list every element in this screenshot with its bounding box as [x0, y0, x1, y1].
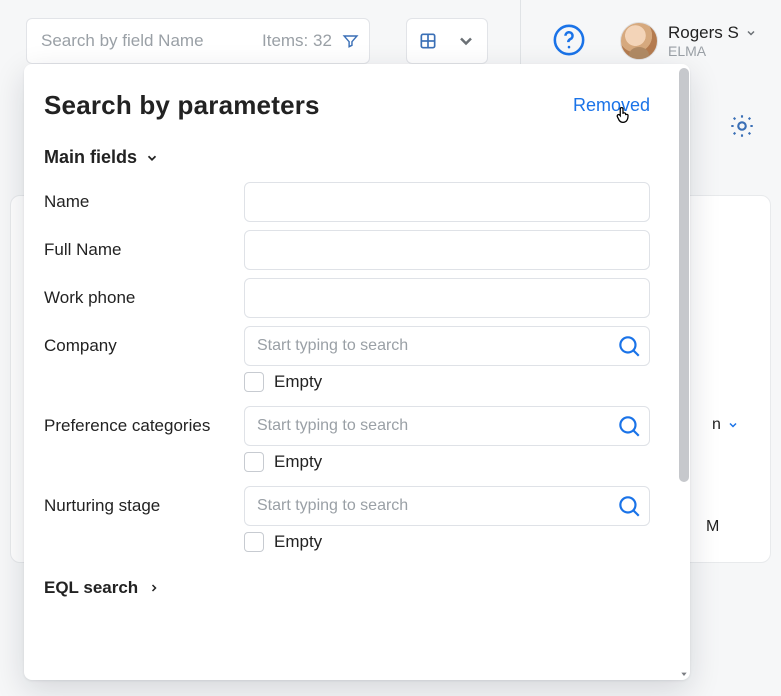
chevron-down-icon [456, 31, 476, 51]
help-icon [552, 23, 586, 57]
input-company[interactable] [244, 326, 650, 366]
eql-label: EQL search [44, 578, 138, 598]
checkbox-prefcat-empty[interactable] [244, 452, 264, 472]
vertical-divider [520, 0, 521, 70]
topbar: Items: 32 Rogers S ELMA [0, 18, 781, 64]
label-fullname: Full Name [44, 230, 230, 260]
label-company: Company [44, 326, 230, 356]
chevron-down-icon [727, 419, 739, 431]
bg-fragment: M [706, 518, 719, 536]
chevron-down-icon [145, 151, 159, 165]
removed-link[interactable]: Removed [573, 95, 650, 116]
eql-search-toggle[interactable]: EQL search [44, 578, 650, 598]
scroll-thumb[interactable] [679, 68, 689, 482]
panel-content: Search by parameters Removed Main fields… [24, 64, 678, 680]
search-icon[interactable] [616, 493, 642, 519]
help-button[interactable] [552, 23, 586, 57]
avatar [620, 22, 658, 60]
user-org: ELMA [668, 43, 757, 59]
filter-icon[interactable] [342, 30, 359, 52]
checkbox-label: Empty [274, 452, 322, 472]
search-parameters-panel: Search by parameters Removed Main fields… [24, 64, 690, 680]
scroll-down-icon[interactable] [678, 668, 690, 680]
view-switcher-button[interactable] [406, 18, 488, 64]
section-label: Main fields [44, 147, 137, 168]
panel-scrollbar[interactable] [678, 64, 690, 680]
section-main-fields[interactable]: Main fields [44, 147, 650, 168]
gear-icon [728, 112, 756, 140]
checkbox-label: Empty [274, 532, 322, 552]
user-menu[interactable]: Rogers S ELMA [620, 22, 757, 60]
bg-fragment: n [712, 416, 739, 434]
settings-button[interactable] [728, 112, 756, 140]
label-name: Name [44, 182, 230, 212]
panel-title: Search by parameters [44, 90, 320, 121]
checkbox-nurturing-empty[interactable] [244, 532, 264, 552]
chevron-right-icon [148, 582, 160, 594]
input-workphone[interactable] [244, 278, 650, 318]
items-count: Items: 32 [262, 31, 332, 51]
label-nurturing-stage: Nurturing stage [44, 486, 230, 516]
checkbox-label: Empty [274, 372, 322, 392]
input-preference-categories[interactable] [244, 406, 650, 446]
input-nurturing-stage[interactable] [244, 486, 650, 526]
checkbox-company-empty[interactable] [244, 372, 264, 392]
label-preference-categories: Preference categories [44, 406, 230, 436]
input-name[interactable] [244, 182, 650, 222]
search-icon[interactable] [616, 413, 642, 439]
input-fullname[interactable] [244, 230, 650, 270]
search-field[interactable]: Items: 32 [26, 18, 370, 64]
search-input[interactable] [41, 31, 262, 51]
grid-icon [418, 31, 438, 51]
chevron-down-icon [745, 27, 757, 39]
user-meta: Rogers S ELMA [668, 23, 757, 59]
user-name: Rogers S [668, 23, 739, 43]
search-icon[interactable] [616, 333, 642, 359]
label-workphone: Work phone [44, 278, 230, 308]
